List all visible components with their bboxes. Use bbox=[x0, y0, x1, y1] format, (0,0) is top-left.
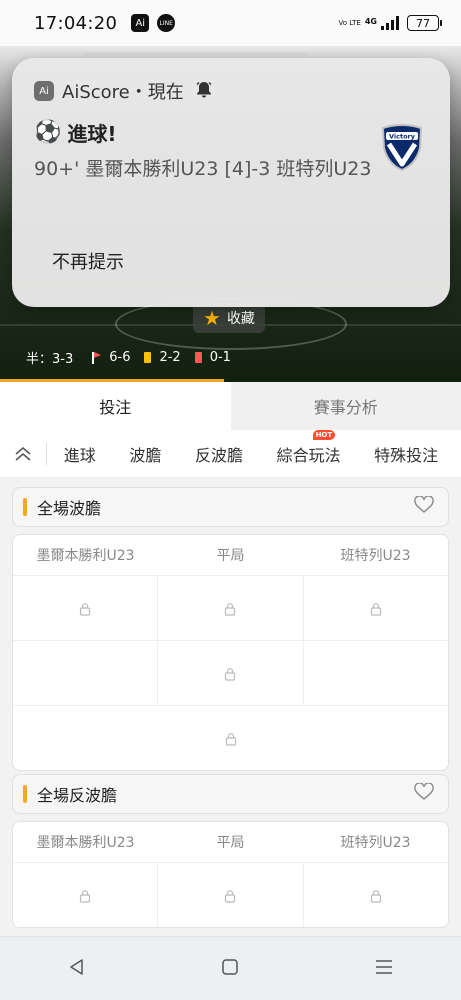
tab-match-analysis[interactable]: 賽事分析 bbox=[230, 382, 461, 430]
lock-icon bbox=[224, 666, 236, 681]
odds-card-correct-score: 墨爾本勝利U23 平局 班特列U23 bbox=[12, 534, 449, 771]
market-tab-list: 進球 波膽 反波膽 綜合玩法 HOT 特殊投注 bbox=[47, 429, 461, 466]
odds-cell-empty bbox=[13, 641, 159, 705]
column-home: 墨爾本勝利U23 bbox=[36, 835, 135, 851]
tab-combo[interactable]: 綜合玩法 HOT bbox=[276, 429, 341, 466]
volte-indicator: Vo LTE bbox=[338, 18, 361, 27]
home-icon bbox=[220, 957, 240, 981]
column-away: 班特列U23 bbox=[340, 835, 411, 851]
system-nav-bar bbox=[0, 936, 461, 1000]
aiscore-app-icon: Ai bbox=[131, 14, 150, 32]
heart-icon[interactable] bbox=[414, 495, 434, 518]
odds-header: 墨爾本勝利U23 平局 班特列U23 bbox=[13, 535, 448, 575]
aiscore-icon: Ai bbox=[34, 81, 54, 101]
odds-header: 墨爾本勝利U23 平局 班特列U23 bbox=[13, 822, 448, 862]
odds-row bbox=[13, 575, 448, 640]
lock-icon bbox=[224, 888, 236, 903]
tab-betting[interactable]: 投注 bbox=[0, 382, 231, 430]
recents-button[interactable] bbox=[354, 949, 414, 989]
lock-icon bbox=[370, 888, 382, 903]
dont-remind-button[interactable]: 不再提示 bbox=[52, 248, 124, 274]
odds-cell-locked[interactable] bbox=[13, 576, 159, 640]
odds-row bbox=[13, 640, 448, 705]
section-title: 全場反波膽 bbox=[37, 786, 118, 805]
lock-icon bbox=[370, 601, 382, 616]
back-icon bbox=[67, 957, 87, 981]
hot-badge: HOT bbox=[312, 429, 336, 440]
status-indicators: Vo LTE 4G 77 bbox=[338, 15, 442, 31]
heart-icon[interactable] bbox=[414, 782, 434, 805]
yellow-card-icon bbox=[144, 352, 152, 363]
bell-icon bbox=[196, 81, 212, 102]
tab-goals[interactable]: 進球 bbox=[64, 442, 96, 466]
corner-flag-icon bbox=[91, 351, 102, 364]
red-cards-value: 0-1 bbox=[209, 350, 231, 365]
odds-cell-empty bbox=[304, 641, 448, 705]
collapse-icon[interactable] bbox=[0, 430, 46, 478]
lock-icon bbox=[224, 601, 236, 616]
logo-text: Victory bbox=[389, 133, 416, 141]
odds-row bbox=[13, 862, 448, 927]
section-accent-bar bbox=[23, 498, 27, 516]
corners-value: 6-6 bbox=[109, 350, 131, 365]
yellow-cards-value: 2-2 bbox=[159, 350, 181, 365]
notification-app-name: AiScore・現在 bbox=[62, 82, 184, 103]
column-home: 墨爾本勝利U23 bbox=[36, 548, 135, 564]
odds-cell-locked[interactable] bbox=[304, 863, 448, 927]
odds-cell-locked[interactable] bbox=[158, 576, 304, 640]
status-bar: 17:04:20 Ai LINE Vo LTE 4G 77 bbox=[0, 0, 461, 46]
odds-row bbox=[13, 705, 448, 770]
soccer-ball-icon: ⚽ bbox=[34, 119, 62, 145]
lock-icon bbox=[79, 601, 91, 616]
network-type: 4G bbox=[364, 17, 377, 26]
section-title: 全場波膽 bbox=[37, 499, 102, 518]
status-time: 17:04:20 bbox=[34, 12, 118, 34]
melbourne-victory-logo: Victory bbox=[380, 124, 424, 172]
notification-body: 90+' 墨爾本勝利U23 [4]-3 班特列U23 bbox=[34, 158, 372, 180]
favorite-button[interactable]: ★ 收藏 bbox=[193, 303, 265, 333]
odds-cell-locked[interactable] bbox=[13, 863, 159, 927]
main-tabs: 投注 賽事分析 bbox=[0, 382, 461, 430]
notification-title: ⚽ 進球! bbox=[34, 118, 117, 147]
tab-special[interactable]: 特殊投注 bbox=[374, 442, 438, 466]
column-away: 班特列U23 bbox=[340, 548, 411, 564]
back-button[interactable] bbox=[47, 949, 107, 989]
lock-icon bbox=[79, 888, 91, 903]
notification-title-text: 進球! bbox=[67, 122, 117, 146]
red-card-icon bbox=[194, 352, 202, 363]
market-tabs: 進球 波膽 反波膽 綜合玩法 HOT 特殊投注 bbox=[0, 429, 461, 478]
section-accent-bar bbox=[23, 785, 27, 803]
home-button[interactable] bbox=[200, 949, 260, 989]
odds-content[interactable]: 全場波膽 墨爾本勝利U23 平局 班特列U23 全場反波膽 墨爾本勝利U23 平… bbox=[0, 478, 461, 936]
column-draw: 平局 bbox=[216, 548, 245, 564]
odds-card-anti-correct-score: 墨爾本勝利U23 平局 班特列U23 bbox=[12, 821, 449, 928]
signal-icon bbox=[381, 16, 399, 30]
tab-anti-correct-score[interactable]: 反波膽 bbox=[195, 442, 243, 466]
match-stats: 半：3-3 6-6 2-2 0-1 bbox=[26, 348, 231, 367]
odds-cell-locked[interactable] bbox=[158, 863, 304, 927]
notification-header: Ai AiScore・現在 bbox=[34, 78, 212, 104]
line-app-icon: LINE bbox=[157, 14, 176, 32]
status-app-icons: Ai LINE bbox=[131, 14, 176, 32]
section-header-correct-score[interactable]: 全場波膽 bbox=[12, 487, 449, 527]
tab-correct-score[interactable]: 波膽 bbox=[129, 442, 161, 466]
odds-cell-locked[interactable] bbox=[158, 641, 304, 705]
recents-icon bbox=[374, 957, 394, 981]
battery-icon: 77 bbox=[407, 15, 442, 31]
lock-icon bbox=[225, 731, 237, 746]
column-draw: 平局 bbox=[216, 835, 245, 851]
half-time-score: 半：3-3 bbox=[26, 352, 74, 367]
tab-combo-label: 綜合玩法 bbox=[276, 445, 341, 465]
odds-cell-locked[interactable] bbox=[304, 576, 448, 640]
star-icon: ★ bbox=[203, 306, 221, 330]
odds-cell-locked[interactable] bbox=[13, 706, 448, 770]
goal-notification[interactable]: Ai AiScore・現在 ⚽ 進球! 90+' 墨爾本勝利U23 [4]-3 … bbox=[12, 58, 450, 307]
section-header-anti-correct-score[interactable]: 全場反波膽 bbox=[12, 774, 449, 814]
favorite-label: 收藏 bbox=[226, 311, 255, 327]
